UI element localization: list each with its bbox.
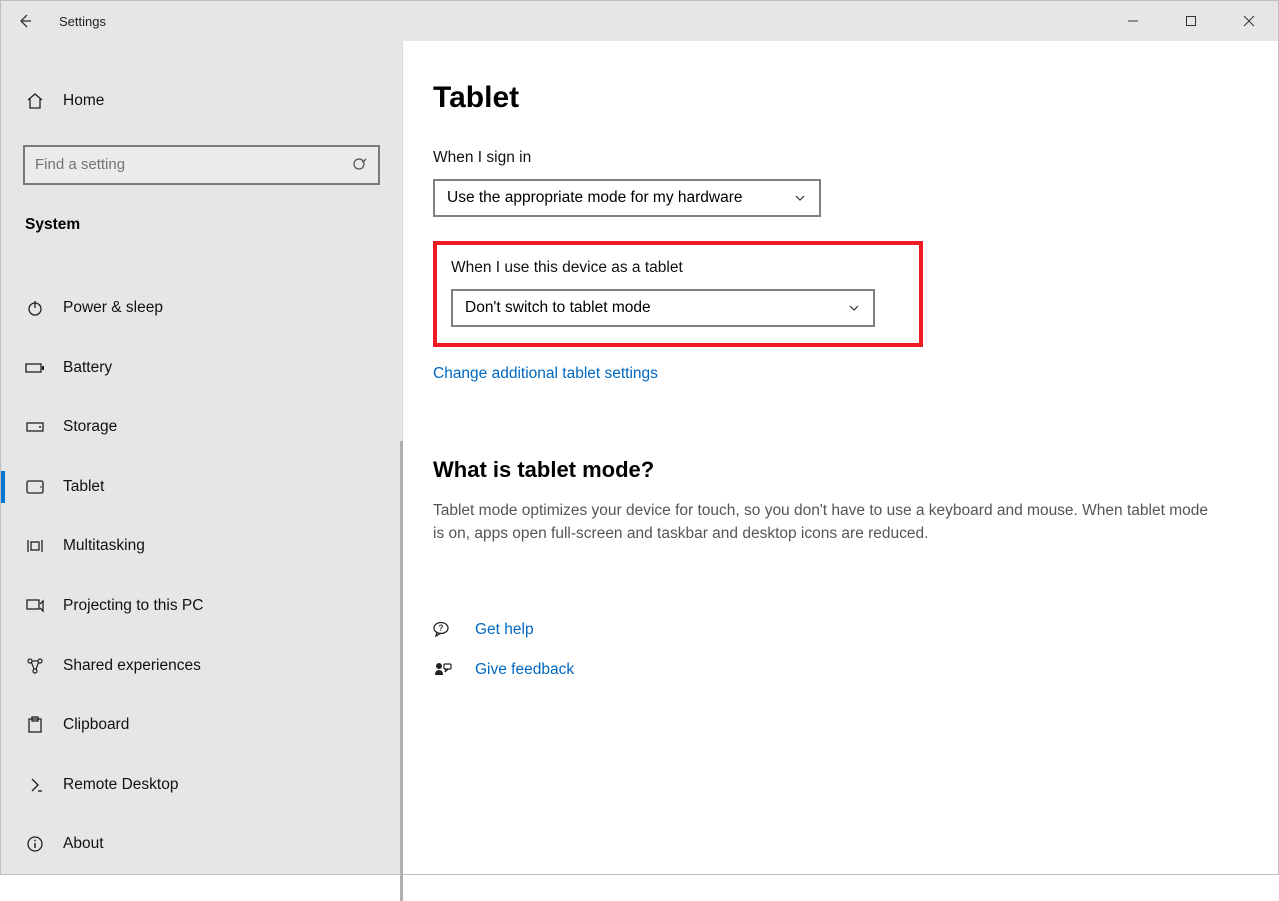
title-bar: Settings [1,1,1278,41]
power-icon [25,299,45,317]
signin-dropdown[interactable]: Use the appropriate mode for my hardware [433,179,821,217]
search-input[interactable] [23,145,380,185]
tablet-icon [25,480,45,494]
home-icon [25,92,45,110]
give-feedback-link[interactable]: Give feedback [475,661,574,679]
what-is-tablet-mode-title: What is tablet mode? [433,457,1278,483]
sidebar-item-storage[interactable]: Storage [1,397,402,457]
sidebar-item-shared-experiences[interactable]: Shared experiences [1,636,402,696]
sidebar: Home System Power & sleep Battery [1,41,403,874]
storage-icon [25,421,45,433]
sidebar-item-clipboard[interactable]: Clipboard [1,695,402,755]
minimize-button[interactable] [1104,1,1162,41]
sidebar-item-tablet[interactable]: Tablet [1,457,402,517]
sidebar-item-label: Power & sleep [63,299,163,317]
home-label: Home [63,92,104,110]
sidebar-item-label: Projecting to this PC [63,597,203,615]
maximize-button[interactable] [1162,1,1220,41]
sidebar-item-label: Multitasking [63,537,145,555]
sidebar-item-label: About [63,835,104,853]
feedback-icon [433,661,453,679]
sidebar-item-remote-desktop[interactable]: Remote Desktop [1,755,402,815]
sidebar-item-label: Battery [63,359,112,377]
page-title: Tablet [433,81,1278,115]
sidebar-item-label: Remote Desktop [63,776,178,794]
sidebar-item-label: Tablet [63,478,104,496]
home-nav[interactable]: Home [1,71,402,131]
get-help-link[interactable]: Get help [475,621,534,639]
sidebar-item-power-sleep[interactable]: Power & sleep [1,278,402,338]
sidebar-item-multitasking[interactable]: Multitasking [1,517,402,577]
get-help-row: ? Get help [433,610,1278,650]
svg-text:?: ? [439,623,444,632]
highlighted-setting: When I use this device as a tablet Don't… [433,241,923,347]
sidebar-item-label: Clipboard [63,716,129,734]
chevron-down-icon [793,191,807,205]
projecting-icon [25,598,45,614]
about-icon [25,835,45,853]
sidebar-item-battery[interactable]: Battery [1,338,402,398]
back-button[interactable] [1,1,49,41]
search-field[interactable] [35,156,352,173]
tablet-use-label: When I use this device as a tablet [451,259,897,277]
additional-tablet-settings-link[interactable]: Change additional tablet settings [433,365,658,382]
tablet-use-dropdown-value: Don't switch to tablet mode [465,299,651,317]
sidebar-item-label: Storage [63,418,117,436]
tablet-use-dropdown[interactable]: Don't switch to tablet mode [451,289,875,327]
shared-experiences-icon [25,657,45,675]
multitasking-icon [25,538,45,554]
window-title: Settings [59,14,106,29]
remote-desktop-icon [25,776,45,794]
clipboard-icon [25,716,45,734]
close-button[interactable] [1220,1,1278,41]
help-icon: ? [433,621,453,639]
sidebar-item-projecting[interactable]: Projecting to this PC [1,576,402,636]
window-controls [1104,1,1278,41]
section-header: System [1,203,402,249]
signin-dropdown-value: Use the appropriate mode for my hardware [447,189,743,207]
signin-label: When I sign in [433,149,1278,167]
main-content: Tablet When I sign in Use the appropriat… [403,41,1278,874]
what-is-tablet-mode-desc: Tablet mode optimizes your device for to… [433,499,1213,546]
give-feedback-row: Give feedback [433,650,1278,690]
search-icon [352,157,368,173]
sidebar-item-about[interactable]: About [1,814,402,874]
sidebar-item-label: Shared experiences [63,657,201,675]
battery-icon [25,362,45,374]
chevron-down-icon [847,301,861,315]
